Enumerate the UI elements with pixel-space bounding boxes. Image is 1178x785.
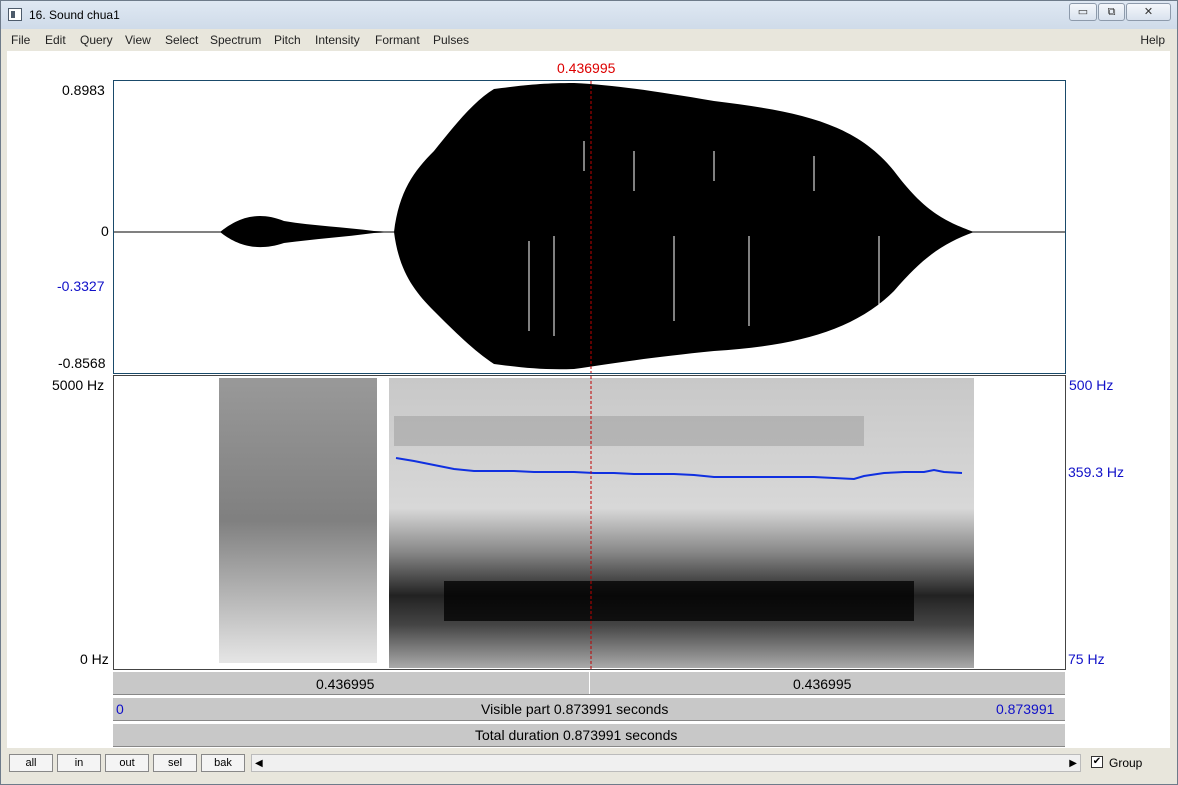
menu-formant[interactable]: Formant <box>375 33 420 47</box>
left-segment-duration: 0.436995 <box>316 676 375 692</box>
menu-pitch[interactable]: Pitch <box>274 33 301 47</box>
spectrogram-freq-top-label: 5000 Hz <box>52 377 105 393</box>
spectrogram-freq-bottom-label: 0 Hz <box>80 651 109 667</box>
scroll-right-icon[interactable]: ▶ <box>1069 758 1077 769</box>
waveform-min-label: -0.8568 <box>58 355 106 371</box>
spectrogram-panel[interactable] <box>113 375 1066 670</box>
zoom-all-button[interactable]: all <box>9 754 53 772</box>
visible-part-bar[interactable]: 0 Visible part 0.873991 seconds 0.873991 <box>113 697 1065 721</box>
menu-help[interactable]: Help <box>1140 33 1165 47</box>
menu-spectrum[interactable]: Spectrum <box>210 33 261 47</box>
menu-edit[interactable]: Edit <box>45 33 66 47</box>
window-title: 16. Sound chua1 <box>29 8 120 22</box>
cursor-segment-bar[interactable]: 0.436995 0.436995 <box>113 671 1065 695</box>
minimize-button[interactable]: ▭ <box>1069 3 1097 21</box>
horizontal-scrollbar[interactable]: ◀ ▶ <box>251 754 1081 772</box>
waveform-max-label: 0.8983 <box>62 82 105 98</box>
spectrogram-upper-formant <box>394 416 864 446</box>
zoom-back-button[interactable]: bak <box>201 754 245 772</box>
zoom-in-button[interactable]: in <box>57 754 101 772</box>
bottom-toolbar: all in out sel bak ◀ ▶ ✔ Group <box>1 749 1177 784</box>
maximize-button[interactable]: ⧉ <box>1098 3 1125 21</box>
waveform-zero-label: 0 <box>101 223 109 239</box>
praat-sound-window: 16. Sound chua1 ▭ ⧉ ✕ File Edit Query Vi… <box>0 0 1178 785</box>
pitch-top-label: 500 Hz <box>1069 377 1114 393</box>
waveform-svg <box>114 81 1065 373</box>
menu-query[interactable]: Query <box>80 33 113 47</box>
menu-intensity[interactable]: Intensity <box>315 33 360 47</box>
group-label: Group <box>1109 756 1143 770</box>
menu-bar: File Edit Query View Select Spectrum Pit… <box>1 30 1177 51</box>
menu-pulses[interactable]: Pulses <box>433 33 469 47</box>
menu-select[interactable]: Select <box>165 33 198 47</box>
fricative-burst <box>220 216 396 248</box>
visible-part-text: Visible part 0.873991 seconds <box>481 701 669 717</box>
title-bar[interactable]: 16. Sound chua1 ▭ ⧉ ✕ <box>1 1 1177 29</box>
segment-divider <box>589 672 590 694</box>
close-button[interactable]: ✕ <box>1126 3 1171 21</box>
scroll-left-icon[interactable]: ◀ <box>255 758 263 769</box>
vowel-waveform <box>394 83 974 370</box>
waveform-cursor-value-label: -0.3327 <box>57 278 105 294</box>
menu-view[interactable]: View <box>125 33 151 47</box>
visible-start-time: 0 <box>116 701 124 717</box>
spectrogram-svg <box>219 376 974 669</box>
pitch-cursor-label: 359.3 Hz <box>1068 464 1125 480</box>
group-checkbox[interactable]: ✔ <box>1091 756 1103 768</box>
window-icon <box>8 8 22 21</box>
waveform-panel[interactable] <box>113 80 1066 374</box>
zoom-selection-button[interactable]: sel <box>153 754 197 772</box>
spectrogram-first-formant <box>444 581 914 621</box>
zoom-out-button[interactable]: out <box>105 754 149 772</box>
pitch-bottom-label: 75 Hz <box>1068 651 1105 667</box>
cursor-time-label: 0.436995 <box>557 60 616 76</box>
spectrogram-fricative-region <box>219 378 377 663</box>
total-duration-bar[interactable]: Total duration 0.873991 seconds <box>113 723 1065 747</box>
total-duration-text: Total duration 0.873991 seconds <box>475 727 678 743</box>
visible-end-time: 0.873991 <box>996 701 1055 717</box>
menu-file[interactable]: File <box>11 33 30 47</box>
right-segment-duration: 0.436995 <box>793 676 852 692</box>
